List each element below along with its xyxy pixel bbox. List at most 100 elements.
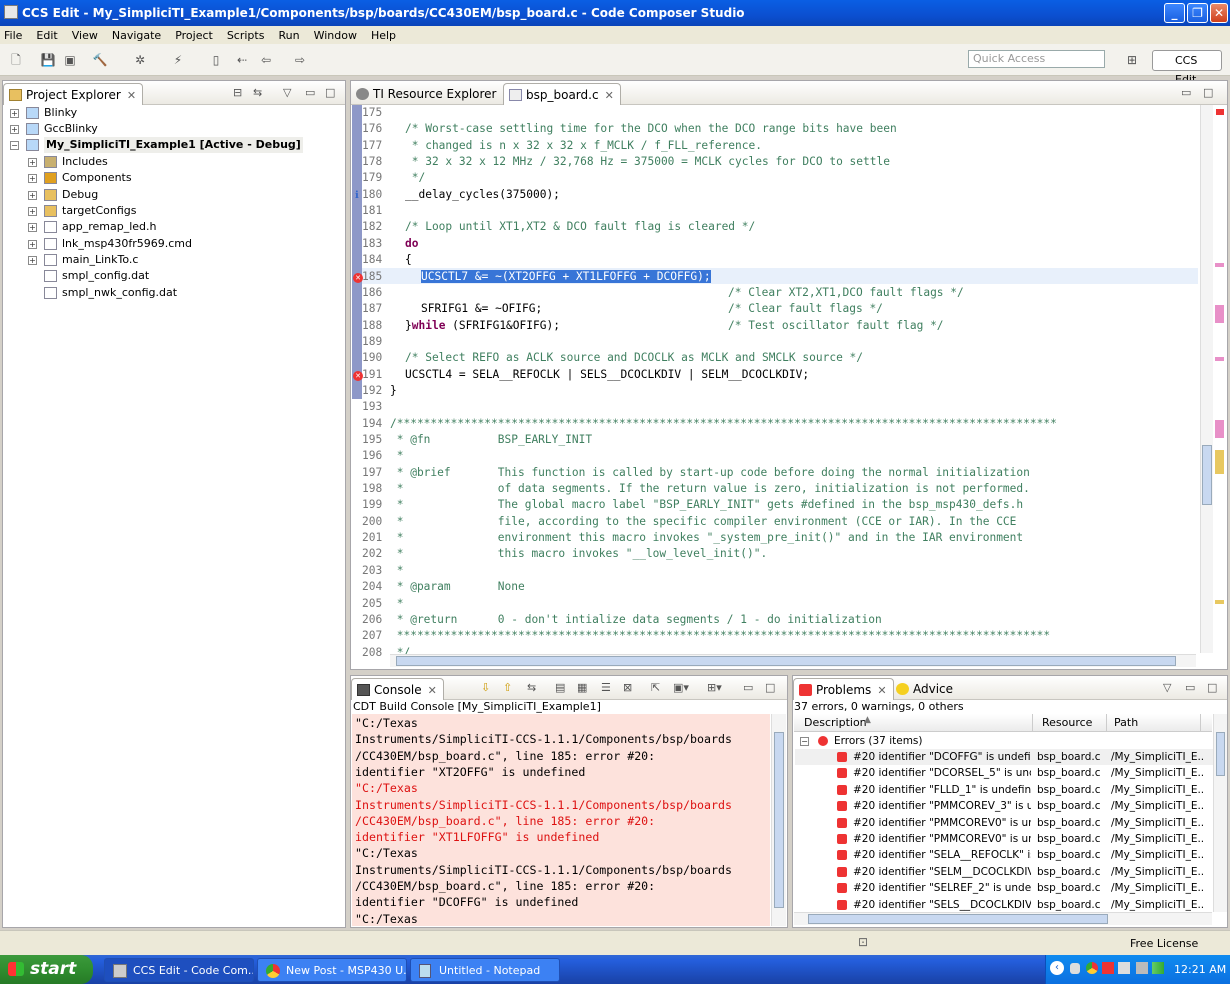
- code-line[interactable]: * this macro invokes "__low_level_init()…: [390, 547, 767, 560]
- prev-error-icon[interactable]: ⇧: [503, 681, 512, 694]
- tree-item-3[interactable]: Includes: [62, 154, 108, 170]
- code-line[interactable]: *: [390, 597, 404, 610]
- problem-row[interactable]: #20 identifier "FLLD_1" is undefined bsp_…: [795, 782, 1219, 798]
- collapse-all-icon[interactable]: ⊟: [233, 86, 242, 99]
- errors-group-row[interactable]: − Errors (37 items): [794, 733, 1212, 749]
- problems-vscrollbar[interactable]: [1213, 714, 1227, 912]
- tree-item-6[interactable]: targetConfigs: [62, 203, 136, 219]
- tree-item-11[interactable]: smpl_nwk_config.dat: [62, 285, 177, 301]
- tab-bsp-board-c[interactable]: bsp_board.c ✕: [503, 83, 621, 105]
- code-line[interactable]: *: [390, 449, 404, 462]
- console-scrollbar[interactable]: [771, 714, 786, 926]
- expand-toggle-icon[interactable]: −: [10, 141, 19, 150]
- save-icon[interactable]: 💾: [40, 53, 56, 67]
- expand-toggle-icon[interactable]: +: [28, 174, 37, 183]
- maximize-icon[interactable]: □: [765, 681, 775, 694]
- task-ccs-edit[interactable]: CCS Edit - Code Com...: [104, 958, 254, 982]
- expand-toggle-icon[interactable]: +: [10, 109, 19, 118]
- problem-row[interactable]: #20 identifier "PMMCOREV_3" is undef bsp_…: [795, 798, 1219, 814]
- new-icon[interactable]: 🗋: [8, 53, 24, 67]
- paste-icon[interactable]: ▦: [577, 681, 587, 694]
- tree-item-2[interactable]: My_SimpliciTI_Example1 [Active - Debug]: [44, 137, 303, 153]
- tab-project-explorer[interactable]: Project Explorer ✕: [3, 83, 144, 105]
- code-line[interactable]: * 32 x 32 x 12 MHz / 32,768 Hz = 375000 …: [405, 155, 890, 168]
- problem-row[interactable]: #20 identifier "SELREF_2" is undefined bs…: [795, 880, 1219, 896]
- scroll-lock-icon[interactable]: ☰: [601, 681, 611, 694]
- problem-row[interactable]: #20 identifier "SELA__REFOCLK" is un bsp_…: [795, 847, 1219, 863]
- code-line[interactable]: /***************************************…: [390, 417, 1057, 430]
- link-icon[interactable]: ⇆: [527, 681, 536, 694]
- problem-row[interactable]: #20 identifier "DCOFFG" is undefined bsp_…: [795, 749, 1219, 765]
- menu-navigate[interactable]: Navigate: [112, 29, 161, 42]
- tree-item-5[interactable]: Debug: [62, 187, 98, 203]
- editor-hscrollbar[interactable]: [390, 654, 1196, 667]
- debug-icon[interactable]: ✲: [132, 53, 148, 67]
- link-editor-icon[interactable]: ⇆: [253, 86, 262, 99]
- code-line[interactable]: __delay_cycles(375000);: [405, 188, 560, 201]
- next-error-icon[interactable]: ⇩: [481, 681, 490, 694]
- menu-run[interactable]: Run: [278, 29, 299, 42]
- expand-toggle-icon[interactable]: +: [10, 125, 19, 134]
- console-line[interactable]: /CC430EM/bsp_board.c", line 185: error #…: [355, 813, 655, 829]
- expand-toggle-icon[interactable]: +: [28, 158, 37, 167]
- minimize-icon[interactable]: ▭: [305, 86, 315, 99]
- scroll-thumb[interactable]: [1202, 445, 1212, 505]
- menu-help[interactable]: Help: [371, 29, 396, 42]
- close-icon[interactable]: ✕: [127, 89, 136, 102]
- tab-console[interactable]: Console ✕: [351, 678, 444, 700]
- tray-app-icon[interactable]: [1070, 963, 1080, 974]
- collapse-icon[interactable]: −: [800, 737, 809, 746]
- task-browser[interactable]: New Post - MSP430 U...: [257, 958, 407, 982]
- error-icon[interactable]: ✕: [353, 272, 363, 283]
- col-path[interactable]: Path: [1114, 716, 1138, 729]
- tree-item-8[interactable]: lnk_msp430fr5969.cmd: [62, 236, 192, 252]
- console-line[interactable]: identifier "XT2OFFG" is undefined: [355, 764, 585, 780]
- tab-advice[interactable]: Advice: [891, 678, 959, 700]
- minimize-button[interactable]: _: [1164, 3, 1185, 23]
- console-line[interactable]: "C:/Texas: [355, 911, 418, 927]
- console-line[interactable]: "C:/Texas: [355, 845, 418, 861]
- console-line[interactable]: Instruments/SimpliciTI-CCS-1.1.1/Compone…: [355, 731, 732, 747]
- code-line[interactable]: * environment this macro invokes "_syste…: [390, 531, 1023, 544]
- code-line[interactable]: /* Clear XT2,XT1,DCO fault flags */: [728, 286, 964, 299]
- start-button[interactable]: start: [0, 955, 93, 984]
- minimize-icon[interactable]: ▭: [1185, 681, 1195, 694]
- menu-file[interactable]: File: [4, 29, 22, 42]
- code-line[interactable]: * changed is n x 32 x 32 x f_MCLK / f_FL…: [405, 139, 762, 152]
- selected-code-line[interactable]: UCSCTL7 &= ~(XT2OFFG + XT1LFOFFG + DCOFF…: [421, 269, 711, 283]
- console-line[interactable]: /CC430EM/bsp_board.c", line 185: error #…: [355, 748, 655, 764]
- expand-toggle-icon[interactable]: +: [28, 223, 37, 232]
- tree-item-7[interactable]: app_remap_led.h: [62, 219, 156, 235]
- problem-row[interactable]: #20 identifier "PMMCOREV0" is undefir bsp…: [795, 831, 1219, 847]
- expand-toggle-icon[interactable]: +: [28, 207, 37, 216]
- open-perspective-icon[interactable]: ⊞: [1127, 53, 1137, 67]
- close-icon[interactable]: ✕: [428, 684, 437, 697]
- code-line[interactable]: * of data segments. If the return value …: [390, 482, 1030, 495]
- code-line[interactable]: {: [405, 253, 412, 266]
- quick-access-input[interactable]: Quick Access: [968, 50, 1105, 68]
- expand-toggle-icon[interactable]: +: [28, 256, 37, 265]
- clear-console-icon[interactable]: ⊠: [623, 681, 632, 694]
- pin-icon[interactable]: ⇱: [651, 681, 660, 694]
- tree-item-0[interactable]: Blinky: [44, 105, 77, 121]
- tray-volume-icon[interactable]: [1136, 962, 1148, 974]
- code-comment[interactable]: /* Clear fault flags */: [728, 302, 883, 315]
- scroll-thumb[interactable]: [774, 732, 784, 908]
- menu-edit[interactable]: Edit: [36, 29, 57, 42]
- scroll-thumb[interactable]: [1216, 732, 1225, 776]
- save-all-icon[interactable]: ▣: [62, 53, 78, 67]
- close-icon[interactable]: ✕: [877, 684, 886, 697]
- display-console-icon[interactable]: ▣▾: [673, 681, 689, 694]
- console-line[interactable]: identifier "XT1LFOFFG" is undefined: [355, 829, 599, 845]
- code-line[interactable]: */: [405, 171, 425, 184]
- tab-problems[interactable]: Problems ✕: [793, 678, 894, 700]
- code-line[interactable]: /* Worst-case settling time for the DCO …: [405, 122, 897, 135]
- editor-vscrollbar[interactable]: [1200, 105, 1213, 653]
- console-line[interactable]: /CC430EM/bsp_board.c", line 185: error #…: [355, 878, 655, 894]
- console-line[interactable]: "C:/Texas: [355, 780, 418, 796]
- tray-expand-icon[interactable]: ‹: [1050, 961, 1064, 975]
- tree-item-9[interactable]: main_LinkTo.c: [62, 252, 138, 268]
- console-line[interactable]: identifier "DCOFFG" is undefined: [355, 894, 578, 910]
- maximize-icon[interactable]: □: [325, 86, 335, 99]
- code-line[interactable]: /* Loop until XT1,XT2 & DCO fault flag i…: [405, 220, 755, 233]
